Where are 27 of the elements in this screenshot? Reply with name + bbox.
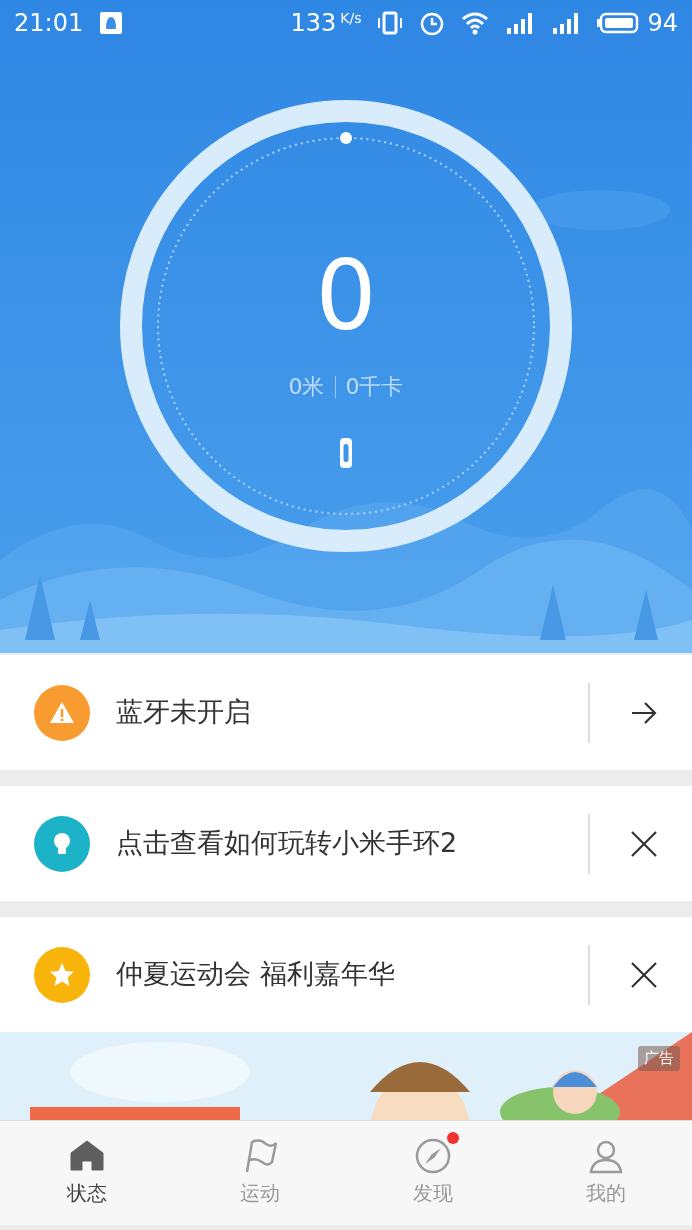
network-speed: 133 (290, 7, 337, 39)
ad-label: 广告 (638, 1046, 680, 1071)
clock-time: 21:01 (14, 7, 84, 39)
compass-icon (414, 1138, 451, 1174)
close-icon (630, 960, 658, 989)
close-icon (630, 829, 658, 858)
calorie-text: 0千卡 (345, 373, 404, 401)
band-icon (339, 437, 353, 469)
person-icon (587, 1138, 624, 1174)
arrow-icon (630, 700, 658, 725)
close-button[interactable] (630, 829, 658, 858)
vibrate-icon (377, 10, 404, 35)
arrow-button[interactable] (630, 700, 658, 725)
step-count: 0 (315, 248, 377, 344)
wifi-icon (461, 10, 490, 35)
battery-level: 94 (647, 7, 678, 39)
close-button[interactable] (630, 960, 658, 989)
tree-drawing (80, 600, 100, 640)
tree-drawing (634, 590, 658, 640)
tab[interactable]: 状态 (0, 1121, 173, 1225)
speed-unit: K/s (340, 9, 362, 28)
distance-text: 0米 (288, 373, 325, 401)
tree-drawing (25, 575, 55, 640)
tree-drawing (540, 585, 566, 640)
home-icon (68, 1138, 105, 1174)
notification-icon (99, 10, 124, 35)
battery-icon (597, 10, 640, 35)
